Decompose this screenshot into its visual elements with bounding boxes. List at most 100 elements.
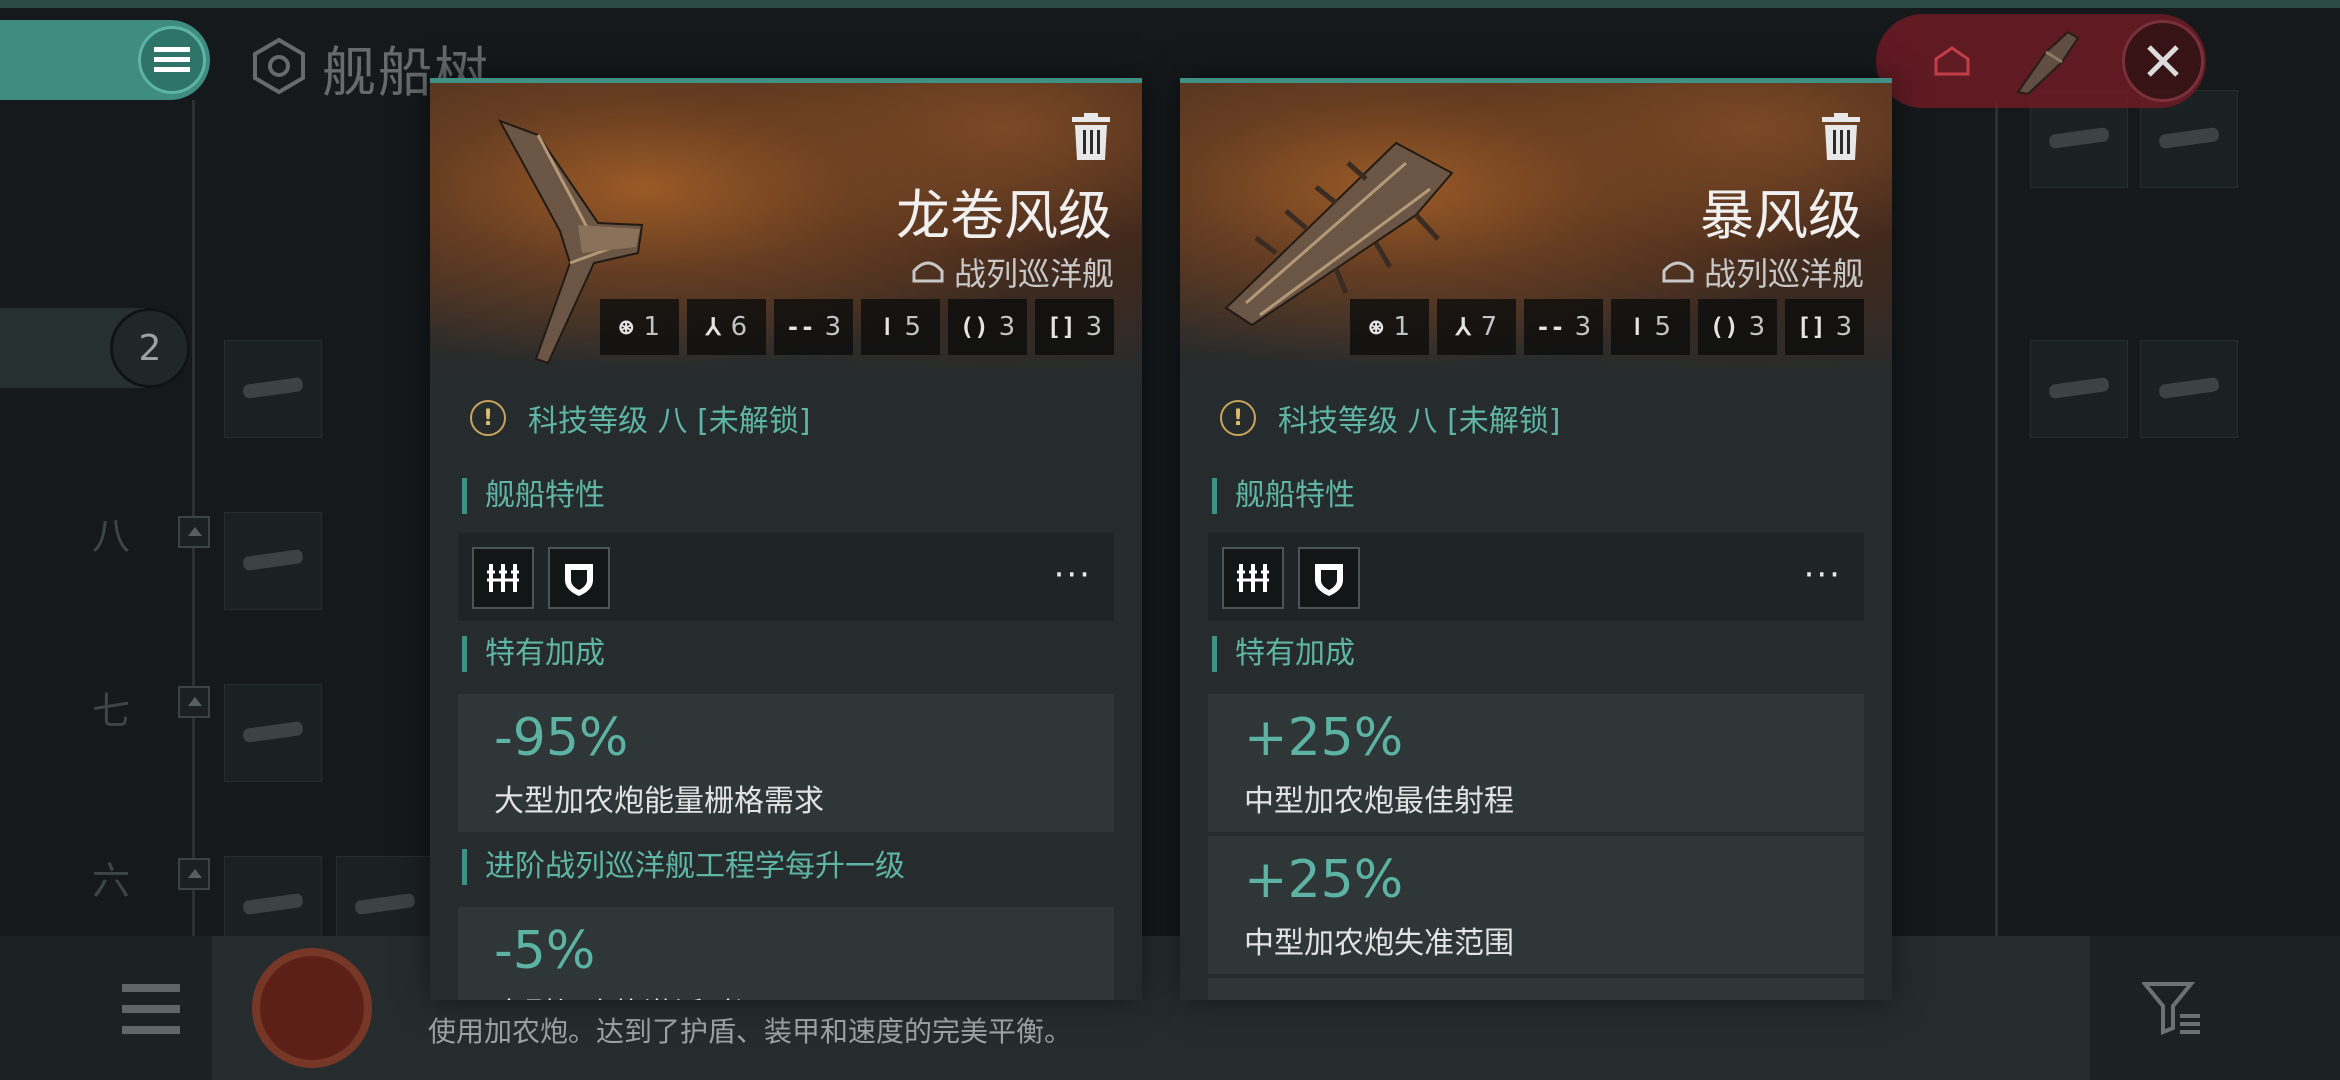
ship-class-label: 战列巡洋舰 [1703, 255, 1864, 293]
tree-ship-node[interactable] [2140, 340, 2238, 438]
ship-name: 暴风级 [1700, 184, 1862, 247]
low-slot-icon: () [959, 313, 989, 341]
tree-ship-node[interactable] [224, 684, 322, 782]
ship-description: 使用加农炮。达到了护盾、装甲和速度的完美平衡。 [428, 1015, 1073, 1048]
drone-bay-slot: ⊛ 1 [1350, 299, 1429, 355]
ship-class: 战列巡洋舰 [1662, 249, 1864, 295]
ship-render-icon [1224, 141, 1454, 327]
turret-hardpoint-icon: ⅄ [705, 313, 721, 341]
rig-slot-icon: [] [1046, 313, 1076, 341]
slot-summary: ⊛ 1 ⅄ 6 -- 3 ǀ5 () 3 [] 3 [600, 299, 1114, 355]
tech-level-row: ! 科技等级 八 [未解锁] [470, 396, 810, 440]
turret-slot: ⅄ 6 [687, 299, 766, 355]
ship-compare-card: 暴风级 战列巡洋舰 ⊛ 1 ⅄ 7 -- 3 ǀ5 () 3 [] 3 ! 科技等级 八 … [1180, 78, 1892, 1000]
ship-class-icon [1662, 253, 1694, 291]
mid-slot: ǀ5 [1611, 299, 1690, 355]
rig-slot: [] 3 [1035, 299, 1114, 355]
slot-count: 3 [1574, 312, 1592, 342]
drone-bay-slot: ⊛ 1 [600, 299, 679, 355]
ship-thumbnail-icon [2006, 22, 2086, 106]
tier-node-icon[interactable] [178, 858, 210, 890]
slot-count: 5 [904, 312, 921, 342]
ship-tree-background: 舰船树 2 八 七 六 使用加农炮。达到了护盾、装甲和速度的完美平衡。 [0, 0, 2340, 1080]
rig-slot-icon: [] [1796, 313, 1826, 341]
bonus-item: +25% 中型加农炮最佳射程 [1208, 694, 1864, 832]
tree-connector-line [1995, 100, 1998, 940]
slot-count: 1 [643, 312, 660, 342]
slot-count: 1 [1393, 312, 1410, 342]
slot-count: 6 [730, 312, 748, 342]
bottom-menu-icon[interactable] [122, 982, 180, 1040]
warning-icon: ! [1220, 400, 1256, 436]
tech-level-text: 科技等级 八 [未解锁] [1278, 404, 1561, 439]
bonus-item: +25% 中型加农炮失准范围 [1208, 836, 1864, 974]
close-icon [2147, 45, 2179, 77]
tier-label: 七 [92, 689, 131, 733]
projectile-turret-icon[interactable] [1222, 547, 1284, 609]
ship-name: 龙卷风级 [896, 184, 1112, 247]
ship-tree-icon [250, 37, 308, 99]
bonus-value: -95% [494, 708, 629, 768]
bonus-description: 大型加农炮激活时间 [494, 989, 764, 1000]
bonus-value: +25% [1244, 708, 1404, 768]
compare-tray[interactable] [1876, 14, 2206, 108]
close-button[interactable] [2122, 20, 2204, 102]
tier-node-icon[interactable] [178, 686, 210, 718]
main-menu-button[interactable] [0, 20, 210, 100]
shield-icon[interactable] [1298, 547, 1360, 609]
trait-bar: ··· [1208, 533, 1864, 621]
slot-count: 3 [1835, 312, 1853, 342]
shield-icon[interactable] [548, 547, 610, 609]
remove-icon[interactable] [1070, 113, 1112, 165]
rig-slot: [] 3 [1785, 299, 1864, 355]
tech-level-row: ! 科技等级 八 [未解锁] [1220, 396, 1560, 440]
remove-icon[interactable] [1820, 113, 1862, 165]
bonus-value: +25% [1244, 850, 1404, 910]
tech-level-text: 科技等级 八 [未解锁] [528, 404, 811, 439]
high-slot: -- 3 [774, 299, 853, 355]
trait-bar: ··· [458, 533, 1114, 621]
tree-ship-node[interactable] [224, 512, 322, 610]
more-options-button[interactable]: ··· [1804, 555, 1842, 595]
section-title-bonus: 特有加成 [462, 636, 605, 672]
drone-bay-icon: ⊛ [619, 313, 634, 341]
slot-count: 3 [1085, 312, 1103, 342]
section-title-traits: 舰船特性 [1212, 478, 1355, 514]
tier-selector[interactable]: 2 [0, 308, 190, 388]
low-slot-icon: () [1709, 313, 1739, 341]
mid-slot-icon: ǀ [880, 313, 895, 341]
slot-count: 3 [1748, 312, 1766, 342]
low-slot: () 3 [948, 299, 1027, 355]
mid-slot-icon: ǀ [1630, 313, 1645, 341]
slot-count: 5 [1654, 312, 1671, 342]
tree-ship-node[interactable] [224, 340, 322, 438]
list-menu-icon [138, 26, 206, 94]
ship-compare-card: 龙卷风级 战列巡洋舰 ⊛ 1 ⅄ 6 -- 3 ǀ5 () 3 [] 3 ! 科技等级 八… [430, 78, 1142, 1000]
bonus-description: 大型加农炮能量栅格需求 [494, 784, 824, 819]
high-slot-icon: -- [1535, 313, 1565, 341]
projectile-turret-icon[interactable] [472, 547, 534, 609]
home-icon [1932, 44, 1972, 82]
section-title-skill: 进阶战列巡洋舰工程学每升一级 [462, 849, 905, 885]
slot-summary: ⊛ 1 ⅄ 7 -- 3 ǀ5 () 3 [] 3 [1350, 299, 1864, 355]
bonus-item [1208, 978, 1864, 1000]
tier-node-icon[interactable] [178, 516, 210, 548]
high-slot: -- 3 [1524, 299, 1603, 355]
ship-class: 战列巡洋舰 [912, 249, 1114, 295]
tier-label: 六 [92, 859, 131, 903]
bonus-value: -5% [494, 921, 596, 981]
high-slot-icon: -- [785, 313, 815, 341]
filter-icon[interactable] [2140, 980, 2202, 1040]
drone-bay-icon: ⊛ [1369, 313, 1384, 341]
more-options-button[interactable]: ··· [1054, 555, 1092, 595]
bonus-description: 中型加农炮失准范围 [1244, 926, 1514, 961]
turret-slot: ⅄ 7 [1437, 299, 1516, 355]
tree-ship-node[interactable] [2030, 340, 2128, 438]
section-title-bonus: 特有加成 [1212, 636, 1355, 672]
slot-count: 3 [824, 312, 842, 342]
turret-hardpoint-icon: ⅄ [1455, 313, 1471, 341]
low-slot: () 3 [1698, 299, 1777, 355]
tier-label: 八 [92, 514, 131, 558]
section-title-traits: 舰船特性 [462, 478, 605, 514]
mid-slot: ǀ5 [861, 299, 940, 355]
